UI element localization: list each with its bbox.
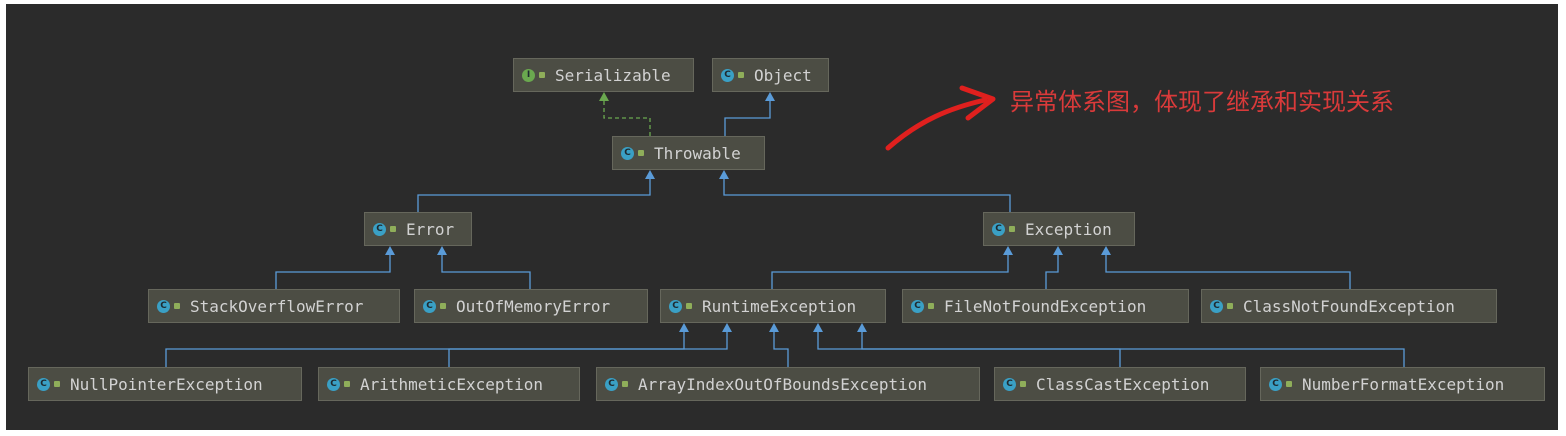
node-error[interactable]: C Error (364, 212, 472, 246)
node-label: Serializable (555, 65, 671, 85)
class-icon: C (327, 377, 340, 391)
class-icon: C (911, 299, 924, 313)
leaf-icon (686, 303, 692, 309)
class-icon: C (721, 68, 734, 82)
leaf-icon (390, 226, 396, 232)
node-arithmeticexception[interactable]: C ArithmeticException (318, 367, 580, 401)
node-label: RuntimeException (702, 296, 857, 316)
edge-runtimeexception-to-exception (771, 246, 1013, 289)
edge-numberformatexception-to-runtimeexception (857, 323, 1405, 367)
node-nullpointerexception[interactable]: C NullPointerException (28, 367, 302, 401)
leaf-icon (928, 303, 934, 309)
class-icon: C (992, 222, 1005, 236)
leaf-icon (622, 381, 628, 387)
node-classnotfoundexception[interactable]: C ClassNotFoundException (1201, 289, 1497, 323)
node-label: ArithmeticException (360, 374, 544, 394)
node-label: FileNotFoundException (944, 296, 1147, 316)
node-filenotfoundexception[interactable]: C FileNotFoundException (902, 289, 1189, 323)
node-exception[interactable]: C Exception (983, 212, 1135, 246)
class-icon: C (1269, 377, 1282, 391)
annotation-text: 异常体系图，体现了继承和实现关系 (1010, 88, 1394, 116)
leaf-icon (344, 381, 350, 387)
leaf-icon (1009, 226, 1015, 232)
edge-arithmeticexception-to-runtimeexception (448, 323, 732, 367)
node-label: Throwable (654, 143, 741, 163)
edge-arrayindexoutofboundsexception-to-runtimeexception (769, 323, 789, 367)
leaf-icon (1286, 381, 1292, 387)
leaf-icon (638, 150, 644, 156)
node-outofmemoryerror[interactable]: C OutOfMemoryError (414, 289, 648, 323)
node-label: NumberFormatException (1302, 374, 1505, 394)
interface-icon: I (522, 68, 535, 82)
node-stackoverflowerror[interactable]: C StackOverflowError (148, 289, 400, 323)
node-label: OutOfMemoryError (456, 296, 611, 316)
node-runtimeexception[interactable]: C RuntimeException (660, 289, 886, 323)
class-icon: C (605, 377, 618, 391)
edge-outofmemoryerror-to-error (437, 246, 531, 289)
node-label: Exception (1025, 219, 1112, 239)
edge-classnotfoundexception-to-exception (1101, 246, 1351, 289)
node-classcastexception[interactable]: C ClassCastException (994, 367, 1246, 401)
node-numberformatexception[interactable]: C NumberFormatException (1260, 367, 1545, 401)
edge-exception-to-throwable (719, 170, 1011, 212)
class-icon: C (621, 146, 634, 160)
node-label: ClassCastException (1036, 374, 1210, 394)
leaf-icon (738, 72, 744, 78)
node-label: NullPointerException (70, 374, 263, 394)
class-icon: C (157, 299, 170, 313)
leaf-icon (54, 381, 60, 387)
class-icon: C (373, 222, 386, 236)
leaf-icon (1227, 303, 1233, 309)
node-label: StackOverflowError (190, 296, 364, 316)
edge-throwable-to-serializable (599, 92, 651, 136)
leaf-icon (440, 303, 446, 309)
node-object[interactable]: C Object (712, 58, 829, 92)
edge-error-to-throwable (417, 170, 655, 212)
node-serializable[interactable]: I Serializable (513, 58, 694, 92)
edge-stackoverflowerror-to-error (275, 246, 395, 289)
node-throwable[interactable]: C Throwable (612, 136, 765, 170)
node-label: ClassNotFoundException (1243, 296, 1455, 316)
class-icon: C (1210, 299, 1223, 313)
class-icon: C (37, 377, 50, 391)
edge-filenotfoundexception-to-exception (1045, 246, 1063, 289)
diagram-canvas: I Serializable C Object C Throwable C Error … (0, 0, 1566, 436)
node-label: ArrayIndexOutOfBoundsException (638, 374, 927, 394)
node-arrayindexoutofboundsexception[interactable]: C ArrayIndexOutOfBoundsException (596, 367, 980, 401)
leaf-icon (174, 303, 180, 309)
class-icon: C (423, 299, 436, 313)
node-label: Error (406, 219, 455, 239)
leaf-icon (1020, 381, 1026, 387)
node-label: Object (754, 65, 812, 85)
edge-throwable-to-object (724, 92, 775, 136)
class-icon: C (669, 299, 682, 313)
class-icon: C (1003, 377, 1016, 391)
leaf-icon (539, 72, 545, 78)
